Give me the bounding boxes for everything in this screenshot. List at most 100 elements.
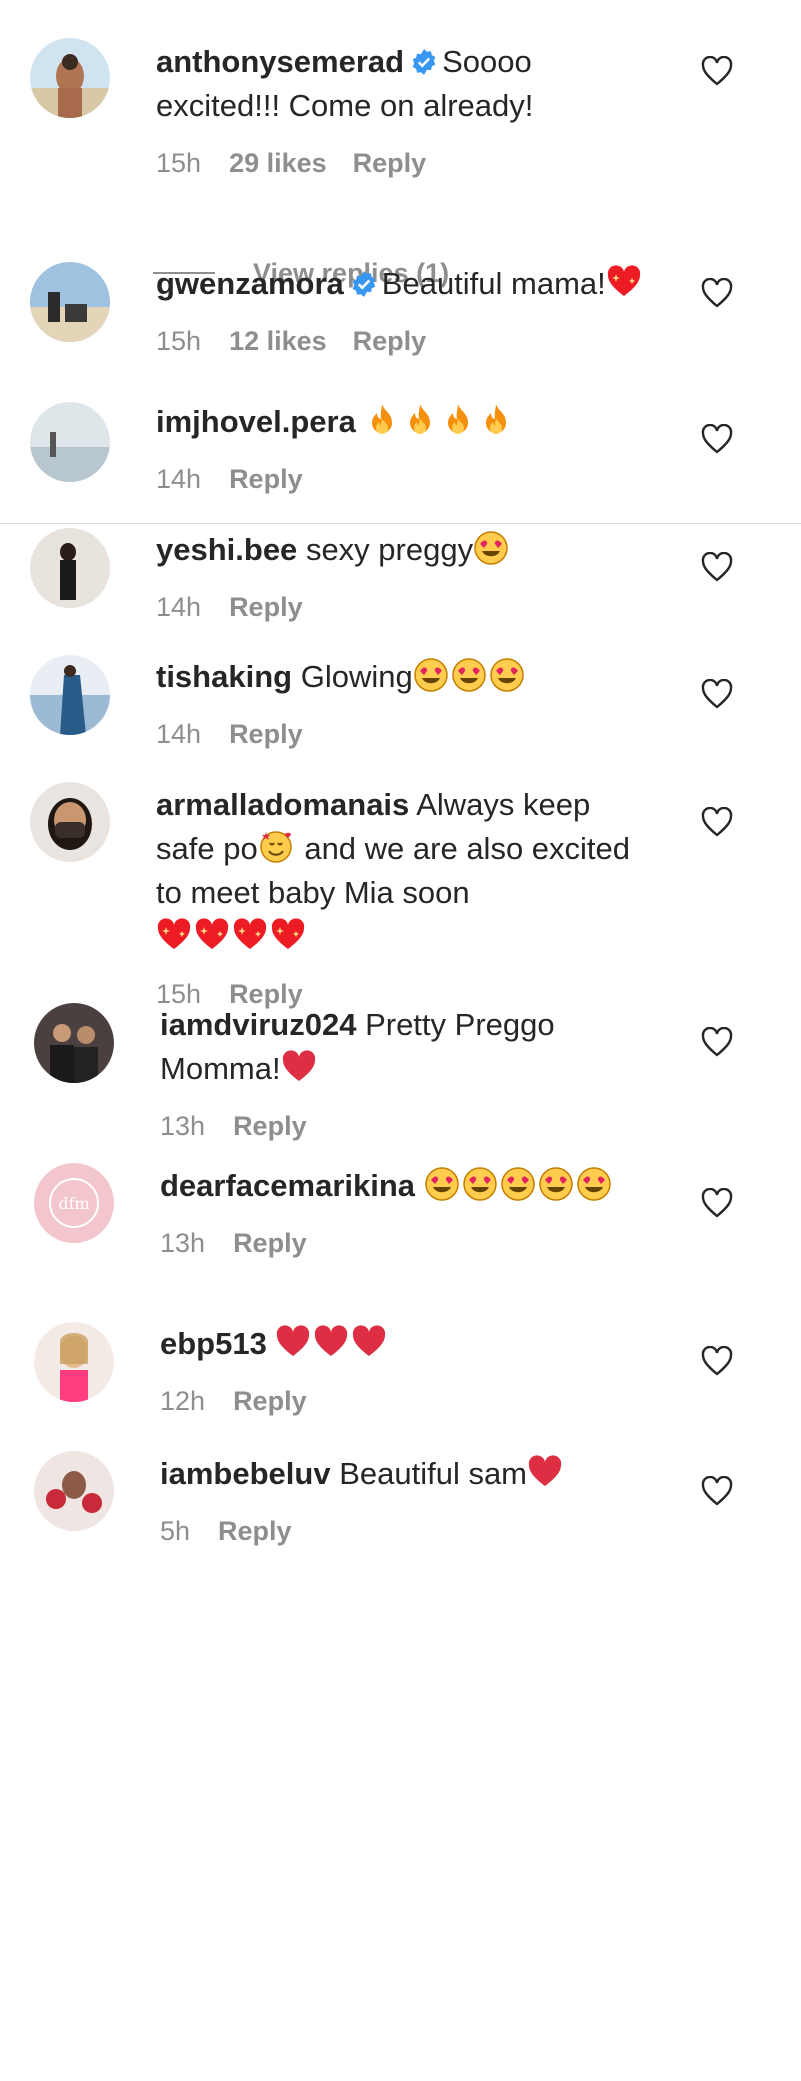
comment-meta: 14h Reply: [156, 464, 656, 495]
heart-eyes-emoji-icon: [489, 657, 525, 693]
red-heart-emoji-icon: [313, 1324, 349, 1360]
verified-badge-icon: [352, 271, 376, 297]
comment-text: imjhovel.pera: [156, 400, 656, 444]
sparkling-heart-emoji-icon: [232, 917, 268, 953]
sparkling-heart-emoji-icon: [194, 917, 230, 953]
like-heart-icon[interactable]: [701, 1026, 733, 1057]
comment-meta: 15h 29 likes Reply: [156, 148, 656, 179]
heart-eyes-emoji-icon: [538, 1166, 574, 1202]
heart-eyes-emoji-icon: [413, 657, 449, 693]
comment-text: ebp513: [160, 1322, 660, 1366]
avatar[interactable]: [30, 402, 110, 482]
comment-text: iambebeluv Beautiful sam: [160, 1452, 660, 1496]
comment-meta: 14h Reply: [156, 592, 656, 623]
heart-eyes-emoji-icon: [500, 1166, 536, 1202]
like-heart-icon[interactable]: [701, 551, 733, 582]
username-link[interactable]: dearfacemarikina: [160, 1168, 415, 1203]
comment-body: Glowing: [300, 659, 413, 694]
comment-meta: 13h Reply: [160, 1228, 660, 1259]
likes-count[interactable]: 29 likes: [229, 148, 327, 178]
username-link[interactable]: iambebeluv: [160, 1456, 331, 1491]
comment-text: gwenzamora Beautiful mama!: [156, 262, 656, 306]
timestamp: 13h: [160, 1228, 206, 1258]
comment-text: yeshi.bee sexy preggy: [156, 528, 656, 572]
fire-emoji-icon: [478, 402, 514, 438]
avatar[interactable]: [34, 1322, 114, 1402]
reply-button[interactable]: Reply: [353, 326, 427, 356]
avatar[interactable]: dfm: [34, 1163, 114, 1243]
smiling-hearts-emoji-icon: [258, 829, 294, 865]
heart-eyes-emoji-icon: [473, 530, 509, 566]
avatar[interactable]: [30, 38, 110, 118]
fire-emoji-icon: [402, 402, 438, 438]
likes-count[interactable]: 12 likes: [229, 326, 327, 356]
like-heart-icon[interactable]: [701, 55, 733, 86]
timestamp: 12h: [160, 1386, 206, 1416]
timestamp: 5h: [160, 1516, 191, 1546]
divider: [0, 523, 801, 524]
sparkling-heart-emoji-icon: [156, 917, 192, 953]
comment-meta: 13h Reply: [160, 1111, 660, 1142]
comment-body: Beautiful mama!: [381, 266, 606, 301]
comment-text: tishaking Glowing: [156, 655, 656, 699]
like-heart-icon[interactable]: [701, 1187, 733, 1218]
reply-button[interactable]: Reply: [233, 1111, 307, 1141]
comment-body: sexy preggy: [305, 532, 474, 567]
timestamp: 14h: [156, 592, 202, 622]
avatar[interactable]: [30, 782, 110, 862]
comment-text: armalladomanais Always keep safe po and …: [156, 783, 656, 959]
red-heart-emoji-icon: [351, 1324, 387, 1360]
avatar[interactable]: [30, 528, 110, 608]
reply-button[interactable]: Reply: [229, 464, 303, 494]
like-heart-icon[interactable]: [701, 1345, 733, 1376]
avatar[interactable]: [30, 262, 110, 342]
verified-badge-icon: [412, 49, 436, 75]
red-heart-emoji-icon: [275, 1324, 311, 1360]
like-heart-icon[interactable]: [701, 806, 733, 837]
comment-text: dearfacemarikina: [160, 1164, 660, 1208]
username-link[interactable]: anthonysemerad: [156, 44, 404, 79]
comment-text: anthonysemerad Soooo excited!!! Come on a…: [156, 40, 656, 128]
reply-button[interactable]: Reply: [353, 148, 427, 178]
fire-emoji-icon: [364, 402, 400, 438]
comment-meta: 15h 12 likes Reply: [156, 326, 656, 357]
username-link[interactable]: imjhovel.pera: [156, 404, 356, 439]
reply-button[interactable]: Reply: [229, 592, 303, 622]
avatar[interactable]: [30, 655, 110, 735]
username-link[interactable]: armalladomanais: [156, 787, 409, 822]
username-link[interactable]: iamdviruz024: [160, 1007, 356, 1042]
like-heart-icon[interactable]: [701, 423, 733, 454]
heart-eyes-emoji-icon: [462, 1166, 498, 1202]
reply-button[interactable]: Reply: [229, 719, 303, 749]
timestamp: 15h: [156, 326, 202, 356]
red-heart-emoji-icon: [281, 1049, 317, 1085]
timestamp: 13h: [160, 1111, 206, 1141]
reply-button[interactable]: Reply: [218, 1516, 292, 1546]
sparkling-heart-emoji-icon: [606, 264, 642, 300]
heart-eyes-emoji-icon: [424, 1166, 460, 1202]
like-heart-icon[interactable]: [701, 678, 733, 709]
comment-meta: 14h Reply: [156, 719, 656, 750]
heart-eyes-emoji-icon: [451, 657, 487, 693]
svg-text:dfm: dfm: [58, 1194, 89, 1213]
comment-body: Beautiful sam: [339, 1456, 528, 1491]
timestamp: 14h: [156, 719, 202, 749]
username-link[interactable]: yeshi.bee: [156, 532, 297, 567]
sparkling-heart-emoji-icon: [270, 917, 306, 953]
avatar[interactable]: [34, 1451, 114, 1531]
avatar[interactable]: [34, 1003, 114, 1083]
username-link[interactable]: gwenzamora: [156, 266, 344, 301]
comment-text: iamdviruz024 Pretty Preggo Momma!: [160, 1003, 660, 1091]
timestamp: 14h: [156, 464, 202, 494]
reply-button[interactable]: Reply: [233, 1228, 307, 1258]
like-heart-icon[interactable]: [701, 277, 733, 308]
like-heart-icon[interactable]: [701, 1475, 733, 1506]
fire-emoji-icon: [440, 402, 476, 438]
comment-meta: 12h Reply: [160, 1386, 660, 1417]
red-heart-emoji-icon: [527, 1454, 563, 1490]
username-link[interactable]: ebp513: [160, 1326, 267, 1361]
reply-button[interactable]: Reply: [233, 1386, 307, 1416]
username-link[interactable]: tishaking: [156, 659, 292, 694]
timestamp: 15h: [156, 148, 202, 178]
comment-meta: 5h Reply: [160, 1516, 660, 1547]
